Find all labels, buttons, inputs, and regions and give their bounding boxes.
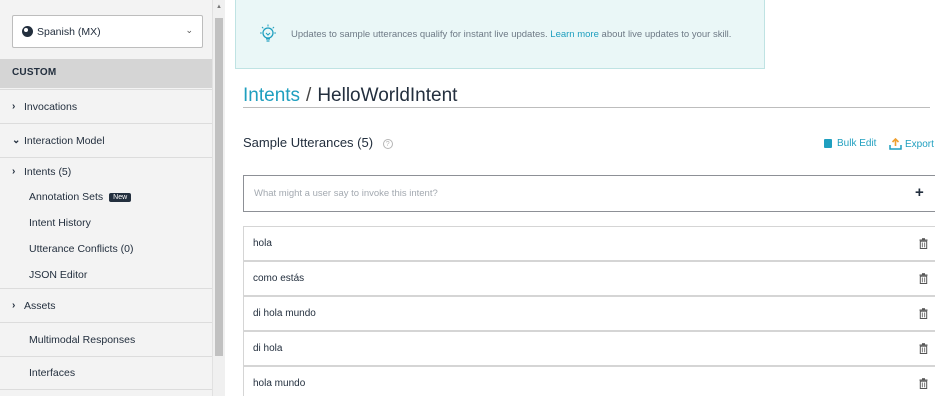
sidebar-item-label: Annotation Sets <box>29 191 104 203</box>
globe-icon <box>22 26 33 37</box>
chevron-down-icon: ⌄ <box>12 135 21 146</box>
sidebar-item-invocations[interactable]: › Invocations <box>0 89 212 123</box>
help-icon[interactable]: ? <box>382 138 393 149</box>
bulk-edit-label: Bulk Edit <box>837 138 877 149</box>
learn-more-link[interactable]: Learn more <box>550 29 599 40</box>
sidebar-item-label: Assets <box>24 299 56 312</box>
locale-select[interactable]: Spanish (MX) ⌄ <box>12 15 203 48</box>
sidebar-item-json-editor[interactable]: JSON Editor <box>0 262 212 288</box>
chevron-right-icon: › <box>12 166 16 177</box>
export-label: Export <box>905 138 934 150</box>
scroll-up-icon[interactable]: ▲ <box>216 4 222 10</box>
chevron-right-icon: › <box>12 300 16 311</box>
sidebar-item-label: Interfaces <box>29 367 76 379</box>
trash-icon[interactable] <box>919 308 928 319</box>
sidebar-item-label: Utterance Conflicts (0) <box>29 243 134 255</box>
trash-icon[interactable] <box>919 343 928 354</box>
section-title: Sample Utterances (5) ? <box>243 135 393 150</box>
banner-text: about live updates to your skill. <box>598 28 732 40</box>
sidebar-item-label: Invocations <box>24 100 78 113</box>
utterance-text: como estás <box>253 273 305 284</box>
scrollbar-thumb[interactable] <box>215 18 223 356</box>
sidebar-item-label: JSON Editor <box>29 269 88 281</box>
utterance-input-box: + <box>243 175 935 212</box>
sidebar-item-intents[interactable]: › Intents (5) <box>0 157 212 185</box>
sidebar-item-label: Interaction Model <box>24 134 105 147</box>
sidebar-item-intent-history[interactable]: Intent History <box>0 210 212 236</box>
chevron-down-icon: ⌄ <box>185 25 193 35</box>
export-button[interactable]: Export <box>889 138 934 150</box>
sample-utterances-title: Sample Utterances (5) <box>243 135 374 150</box>
lightbulb-icon <box>260 24 276 42</box>
sidebar: Spanish (MX) ⌄ CUSTOM › Invocations ⌄ In… <box>0 0 213 396</box>
utterance-text: di hola <box>253 343 283 354</box>
sidebar-item-multimodal-responses[interactable]: Multimodal Responses <box>0 322 212 356</box>
add-utterance-button[interactable]: + <box>915 184 924 201</box>
breadcrumb: Intents / HelloWorldIntent <box>243 85 930 108</box>
export-icon <box>889 138 902 150</box>
sidebar-item-label: Multimodal Responses <box>29 333 136 346</box>
utterance-text: hola mundo <box>253 378 306 389</box>
sidebar-item-interaction-model[interactable]: ⌄ Interaction Model <box>0 123 212 157</box>
trash-icon[interactable] <box>919 378 928 389</box>
utterance-row[interactable]: como estás <box>243 261 935 296</box>
utterance-text: di hola mundo <box>253 308 316 319</box>
sidebar-item-utterance-conflicts[interactable]: Utterance Conflicts (0) <box>0 236 212 262</box>
live-updates-banner: Updates to sample utterances qualify for… <box>235 0 765 69</box>
utterance-row[interactable]: di hola <box>243 331 935 366</box>
sidebar-scrollbar[interactable]: ▲ <box>213 0 225 396</box>
utterance-text: hola <box>253 238 272 249</box>
banner-message: Updates to sample utterances qualify for… <box>291 29 731 40</box>
bulk-edit-icon <box>824 139 832 148</box>
utterance-row[interactable]: di hola mundo <box>243 296 935 331</box>
trash-icon[interactable] <box>919 238 928 249</box>
breadcrumb-intents-link[interactable]: Intents <box>243 85 300 106</box>
new-badge: New <box>109 192 132 202</box>
trash-icon[interactable] <box>919 273 928 284</box>
sidebar-item-interfaces[interactable]: Interfaces <box>0 356 212 390</box>
sidebar-section-title: CUSTOM <box>0 59 212 88</box>
breadcrumb-separator: / <box>306 85 312 106</box>
sidebar-item-label: Intent History <box>29 217 91 229</box>
bulk-edit-button[interactable]: Bulk Edit <box>824 138 876 149</box>
sidebar-item-label: Intents (5) <box>24 165 72 178</box>
banner-text: Updates to sample utterances qualify for… <box>291 28 551 40</box>
sidebar-item-annotation-sets[interactable]: Annotation Sets New <box>0 185 212 209</box>
chevron-right-icon: › <box>12 101 16 112</box>
utterance-row[interactable]: hola <box>243 226 935 261</box>
utterance-input[interactable] <box>244 176 884 211</box>
utterance-row[interactable]: hola mundo <box>243 366 935 396</box>
breadcrumb-current: HelloWorldIntent <box>317 85 458 106</box>
locale-select-value: Spanish (MX) <box>37 25 101 38</box>
sidebar-item-assets[interactable]: › Assets <box>0 288 212 322</box>
